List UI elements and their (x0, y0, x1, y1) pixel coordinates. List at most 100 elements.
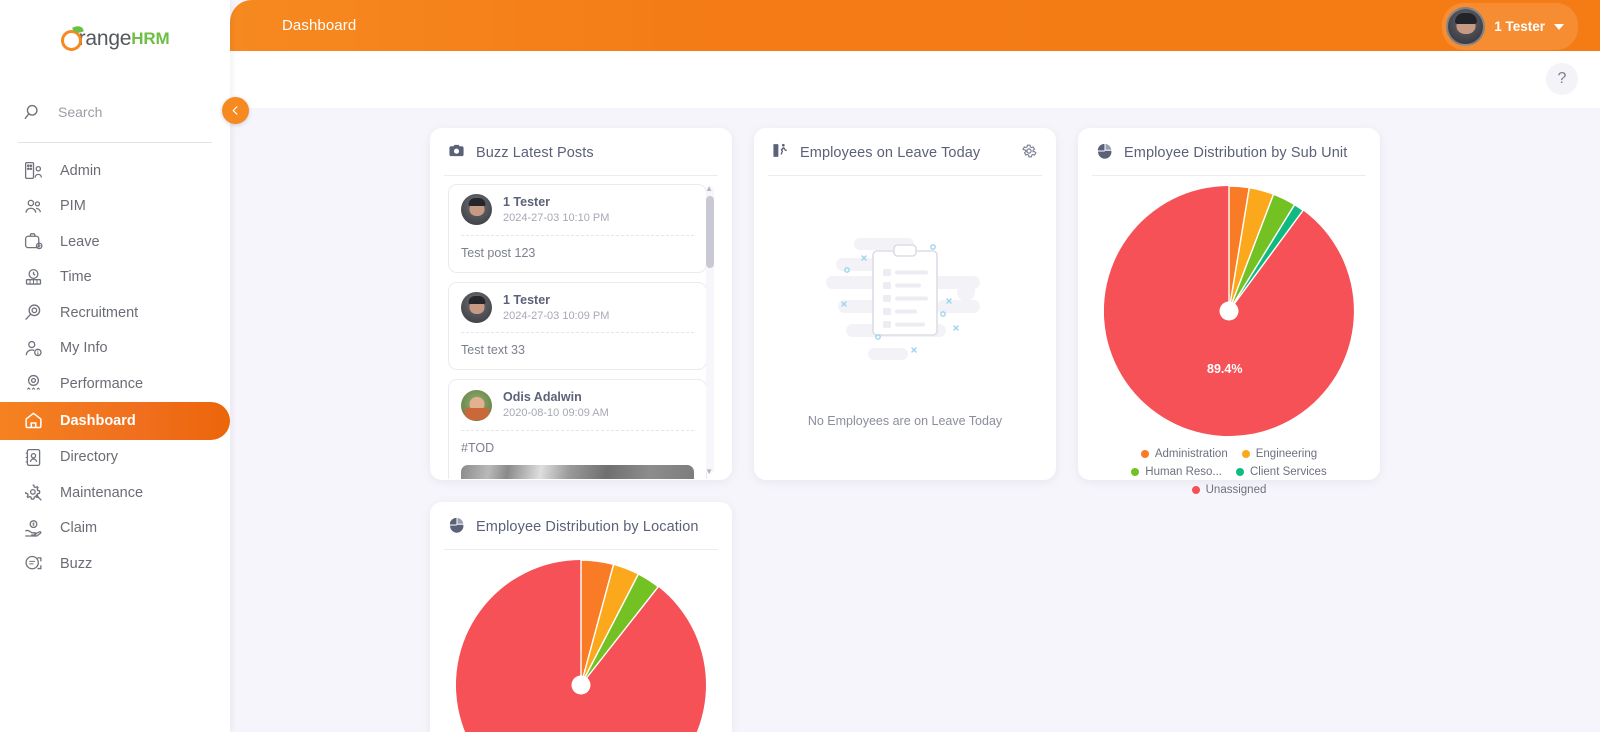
avatar (461, 389, 492, 421)
legend-swatch (1236, 468, 1244, 476)
sidebar-item-leave[interactable]: Leave (0, 224, 230, 260)
widget-title: Employee Distribution by Location (476, 519, 699, 535)
directory-icon (22, 446, 44, 468)
admin-icon (22, 160, 44, 182)
sidebar-item-label: Recruitment (60, 304, 139, 321)
brand-logo[interactable]: range HRM (0, 0, 230, 76)
buzz-post-list[interactable]: 1 Tester 2024-27-03 10:10 PM Test post 1… (448, 184, 714, 479)
people-icon (22, 195, 44, 217)
post-text: #TOD (461, 441, 495, 456)
sidebar-item-label: Admin (60, 162, 102, 179)
sidebar-item-performance[interactable]: Performance (0, 366, 230, 402)
brand-name-hrm: HRM (131, 29, 170, 48)
post-text: Test text 33 (461, 343, 525, 358)
buzz-icon (22, 553, 44, 575)
divider (461, 332, 694, 334)
widget-grid-row-2: Employee Distribution by Location (230, 502, 1600, 732)
time-icon (22, 266, 44, 288)
post-timestamp: 2020-08-10 09:09 AM (503, 407, 609, 420)
list-item[interactable]: Odis Adalwin 2020-08-10 09:09 AM #TOD (448, 379, 707, 479)
widget-header: Employees on Leave Today (772, 142, 1038, 164)
user-name: 1 Tester (1494, 19, 1545, 34)
list-item[interactable]: 1 Tester 2024-27-03 10:09 PM Test text 3… (448, 281, 707, 371)
pie-center-dot (571, 675, 591, 695)
legend-item[interactable]: Unassigned (1191, 484, 1267, 496)
search-icon (22, 101, 44, 123)
dashboard-canvas: Buzz Latest Posts 1 Tester 2024-27-03 10… (230, 108, 1600, 732)
legend-item[interactable]: Engineering (1241, 448, 1317, 460)
sidebar-item-buzz[interactable]: Buzz (0, 546, 230, 582)
maintenance-icon (22, 482, 44, 504)
sidebar-item-time[interactable]: Time (0, 260, 230, 296)
sidebar-item-label: Performance (60, 375, 144, 392)
pie-svg[interactable]: 89.4% (456, 560, 706, 732)
widget-header: Buzz Latest Posts (448, 142, 714, 164)
legend-label: Administration (1154, 448, 1228, 460)
sidebar-item-directory[interactable]: Directory (0, 440, 230, 476)
post-author: 1 Tester (503, 292, 551, 307)
legend-item[interactable]: Human Reso... (1131, 466, 1222, 478)
avatar (461, 194, 492, 226)
divider (461, 234, 694, 236)
recruitment-icon (22, 302, 44, 324)
buzz-latest-posts-widget: Buzz Latest Posts 1 Tester 2024-27-03 10… (430, 128, 732, 480)
divider (444, 549, 718, 550)
sidebar-nav: Admin PIM Leave Time Recruitment My Info (0, 149, 230, 582)
pie-legend: Administration Engineering Human Reso... (1093, 448, 1365, 496)
empty-state: No Employees are on Leave Today (772, 176, 1038, 466)
legend-label: Unassigned (1205, 484, 1267, 496)
sidebar-item-maintenance[interactable]: Maintenance (0, 475, 230, 511)
sidebar-item-dashboard[interactable]: Dashboard (0, 401, 230, 440)
sidebar-item-label: Buzz (60, 555, 93, 572)
sidebar-item-admin[interactable]: Admin (0, 153, 230, 189)
clipboard-illustration-icon (826, 238, 980, 360)
sidebar-item-label: My Info (60, 340, 108, 357)
widget-grid-row-1: Buzz Latest Posts 1 Tester 2024-27-03 10… (230, 128, 1600, 496)
sidebar-item-recruitment[interactable]: Recruitment (0, 295, 230, 331)
scroll-up-icon[interactable]: ▲ (705, 184, 713, 193)
pie-chart-location: 89.4% (448, 560, 714, 732)
post-author: Odis Adalwin (503, 390, 582, 405)
claim-icon (22, 517, 44, 539)
sidebar-search[interactable] (0, 90, 230, 134)
user-dropdown[interactable]: 1 Tester (1442, 3, 1578, 50)
legend-item[interactable]: Administration (1140, 448, 1228, 460)
sidebar-item-label: Leave (60, 233, 100, 250)
sidebar-item-label: Time (60, 269, 92, 286)
search-input[interactable] (58, 104, 188, 120)
sidebar-item-pim[interactable]: PIM (0, 189, 230, 225)
sidebar-collapse-button[interactable] (222, 97, 249, 124)
post-timestamp: 2024-27-03 10:09 PM (503, 309, 610, 322)
sidebar-item-label: Maintenance (60, 484, 144, 501)
legend-item[interactable]: Client Services (1236, 466, 1327, 478)
gear-icon[interactable] (1020, 142, 1038, 160)
list-item[interactable]: 1 Tester 2024-27-03 10:10 PM Test post 1… (448, 184, 707, 273)
sidebar: range HRM Admin PIM Le (0, 0, 249, 732)
divider (1092, 175, 1366, 176)
legend-swatch (1140, 450, 1149, 458)
legend-swatch (1191, 486, 1200, 494)
chevron-left-icon (232, 106, 238, 115)
employees-on-leave-widget: Employees on Leave Today No Employees ar… (754, 128, 1056, 480)
sidebar-item-my-info[interactable]: My Info (0, 331, 230, 367)
post-timestamp: 2024-27-03 10:10 PM (503, 211, 610, 224)
divider (444, 175, 718, 176)
chevron-down-icon (1554, 23, 1564, 30)
my-info-icon (22, 337, 44, 359)
sidebar-item-label: Claim (60, 520, 98, 537)
sidebar-item-label: PIM (60, 198, 86, 215)
scrollbar-thumb[interactable] (706, 196, 714, 268)
scrollbar[interactable]: ▲ ▼ (705, 184, 714, 476)
pie-svg[interactable]: 89.4% (1104, 186, 1354, 436)
scroll-down-icon[interactable]: ▼ (705, 467, 713, 476)
post-author: 1 Tester (503, 195, 551, 209)
divider (461, 430, 694, 432)
avatar (461, 292, 492, 324)
sidebar-item-label: Dashboard (60, 412, 136, 429)
camera-icon (448, 142, 465, 164)
help-button[interactable]: ? (1546, 63, 1578, 95)
employee-distribution-location-widget: Employee Distribution by Location (430, 502, 732, 732)
legend-label: Client Services (1250, 466, 1327, 478)
sidebar-item-claim[interactable]: Claim (0, 511, 230, 547)
post-photo (461, 465, 694, 479)
